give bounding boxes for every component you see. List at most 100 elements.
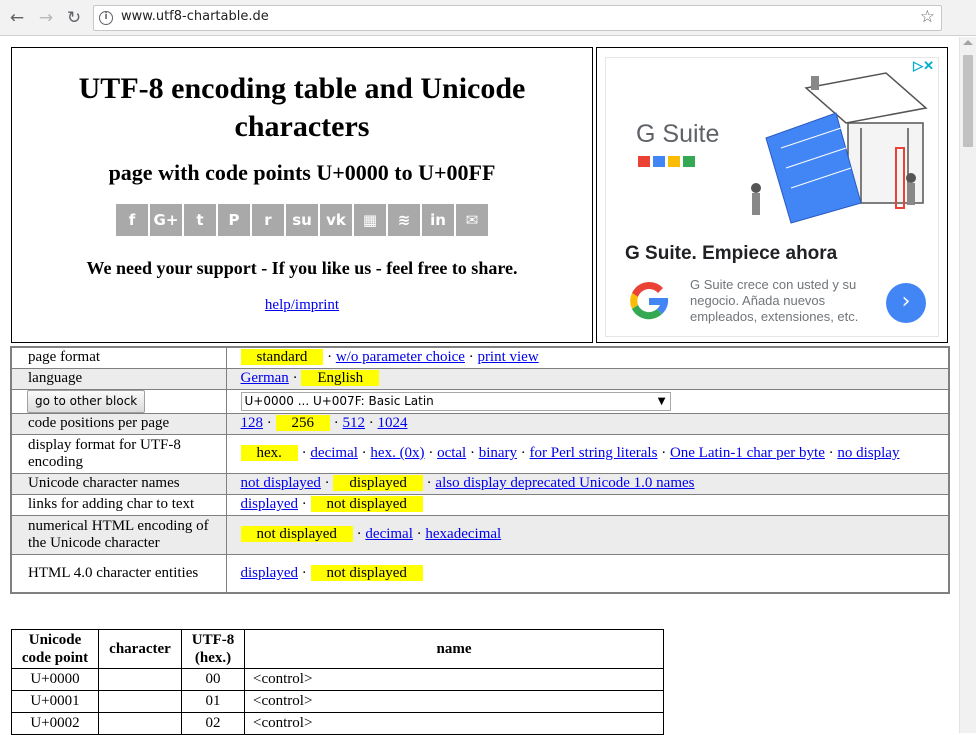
page-scrollbar[interactable]	[959, 37, 976, 733]
positions-options: 128 · 256 · 512 · 1024	[225, 412, 950, 435]
links-adding-options: displayed · not displayed	[225, 493, 950, 516]
scroll-thumb[interactable]	[963, 55, 973, 147]
separator: ·	[327, 349, 333, 366]
header-utf8: UTF-8 (hex.)	[181, 629, 245, 669]
numerical-html-link-decimal[interactable]: decimal	[365, 526, 412, 542]
calendar-icon	[683, 156, 695, 167]
block-select[interactable]: U+0000 ... U+007F: Basic Latin ▼	[240, 391, 671, 411]
name-cell: <control>	[244, 712, 664, 735]
separator: ·	[426, 475, 432, 491]
dropdown-arrow-icon: ▼	[657, 395, 666, 407]
bookmark-star-icon[interactable]: ☆	[920, 7, 935, 27]
name-cell: <control>	[244, 668, 664, 691]
numerical-html-label: numerical HTML encoding of the Unicode c…	[10, 514, 227, 555]
positions-link-1024[interactable]: 1024	[378, 415, 408, 431]
header-panel: UTF-8 encoding table and Unicode charact…	[11, 47, 593, 343]
share-buttons: f G+ t P r su vk ▦ ≋ in ✉	[12, 204, 592, 236]
pinterest-icon[interactable]: P	[218, 204, 250, 236]
browser-toolbar: ← → ↻ i www.utf8-chartable.de ☆	[0, 0, 976, 36]
page-format-selected: standard	[240, 349, 324, 366]
html-entities-link-displayed[interactable]: displayed	[241, 565, 299, 581]
support-text: We need your support - If you like us - …	[86, 258, 518, 278]
numerical-html-selected: not displayed	[240, 526, 353, 542]
back-icon[interactable]: ←	[7, 8, 27, 28]
page-subtitle: page with code points U+0000 to U+00FF	[108, 160, 496, 185]
drive-icon	[668, 156, 680, 167]
url-text[interactable]: www.utf8-chartable.de	[121, 9, 269, 24]
positions-link-512[interactable]: 512	[343, 415, 366, 431]
block-button-cell: go to other block	[10, 388, 227, 414]
language-label: language	[10, 367, 227, 390]
gmail-icon	[638, 156, 650, 167]
display-format-link-no-display[interactable]: no display	[837, 445, 899, 461]
page-format-link-no-params[interactable]: w/o parameter choice	[336, 349, 465, 365]
display-format-link-latin1[interactable]: One Latin-1 char per byte	[670, 445, 825, 461]
settings-table: page format standard · w/o parameter cho…	[10, 346, 950, 594]
info-icon[interactable]: i	[99, 11, 113, 25]
separator: ·	[828, 445, 834, 461]
html-entities-label: HTML 4.0 character entities	[10, 553, 227, 594]
header-name: name	[244, 629, 664, 669]
page-format-link-print[interactable]: print view	[477, 349, 538, 365]
forward-icon[interactable]: →	[36, 8, 56, 28]
positions-link-128[interactable]: 128	[241, 415, 264, 431]
ad-headline[interactable]: G Suite. Empiece ahora	[625, 243, 837, 265]
char-names-link-deprecated[interactable]: also display deprecated Unicode 1.0 name…	[435, 475, 694, 491]
separator: ·	[469, 445, 475, 461]
character-cell	[98, 668, 182, 691]
separator: ·	[324, 475, 330, 491]
html-entities-options: displayed · not displayed	[225, 553, 950, 594]
display-format-link-hex0x[interactable]: hex. (0x)	[370, 445, 424, 461]
reddit-icon[interactable]: r	[252, 204, 284, 236]
char-names-link-not-displayed[interactable]: not displayed	[241, 475, 321, 491]
stumbleupon-icon[interactable]: su	[286, 204, 318, 236]
help-imprint-link[interactable]: help/imprint	[265, 297, 339, 314]
separator: ·	[428, 445, 434, 461]
delicious-icon[interactable]: ▦	[354, 204, 386, 236]
google-plus-icon[interactable]: G+	[150, 204, 182, 236]
separator: ·	[266, 415, 272, 431]
display-format-link-octal[interactable]: octal	[437, 445, 466, 461]
separator: ·	[356, 526, 362, 542]
ad-banner[interactable]: ▷✕ G Suite G Suite. Empiece ahora G Suit…	[605, 57, 939, 337]
links-adding-selected: not displayed	[310, 496, 423, 512]
code-table: Unicode code point character UTF-8 (hex.…	[11, 629, 664, 735]
positions-label: code positions per page	[10, 412, 227, 435]
address-bar[interactable]: i www.utf8-chartable.de ☆	[93, 5, 942, 31]
separator: ·	[416, 526, 422, 542]
name-cell: <control>	[244, 690, 664, 713]
separator: ·	[333, 415, 339, 431]
chevron-right-icon[interactable]: ›	[886, 283, 926, 323]
house-illustration-icon	[751, 72, 928, 224]
language-options: German · English	[225, 367, 950, 390]
docs-icon	[653, 156, 665, 167]
separator: ·	[361, 445, 367, 461]
vk-icon[interactable]: vk	[320, 204, 352, 236]
table-row: U+0002 02 <control>	[11, 712, 664, 735]
language-link-german[interactable]: German	[241, 370, 289, 386]
table-row: U+0000 00 <control>	[11, 668, 664, 691]
separator: ·	[301, 445, 307, 461]
separator: ·	[520, 445, 526, 461]
facebook-icon[interactable]: f	[116, 204, 148, 236]
display-format-link-perl[interactable]: for Perl string literals	[530, 445, 658, 461]
buffer-icon[interactable]: ≋	[388, 204, 420, 236]
char-names-selected: displayed	[333, 475, 423, 491]
links-adding-link-displayed[interactable]: displayed	[241, 496, 299, 512]
go-to-other-block-button[interactable]: go to other block	[27, 389, 146, 413]
google-g-icon	[630, 281, 669, 320]
display-format-link-decimal[interactable]: decimal	[310, 445, 357, 461]
scroll-up-arrow-icon[interactable]	[963, 40, 973, 45]
display-format-link-binary[interactable]: binary	[479, 445, 517, 461]
page-format-label: page format	[10, 346, 227, 369]
html-entities-selected: not displayed	[310, 564, 423, 581]
ad-body-text: G Suite crece con usted y su negocio. Añ…	[690, 277, 859, 324]
numerical-html-link-hexadecimal[interactable]: hexadecimal	[425, 526, 501, 542]
gsuite-app-icons	[638, 156, 695, 167]
reload-icon[interactable]: ↻	[64, 8, 84, 28]
linkedin-icon[interactable]: in	[422, 204, 454, 236]
display-format-options: hex. · decimal · hex. (0x) · octal · bin…	[225, 433, 950, 474]
twitter-icon[interactable]: t	[184, 204, 216, 236]
email-icon[interactable]: ✉	[456, 204, 488, 236]
code-point-cell: U+0001	[11, 690, 99, 713]
